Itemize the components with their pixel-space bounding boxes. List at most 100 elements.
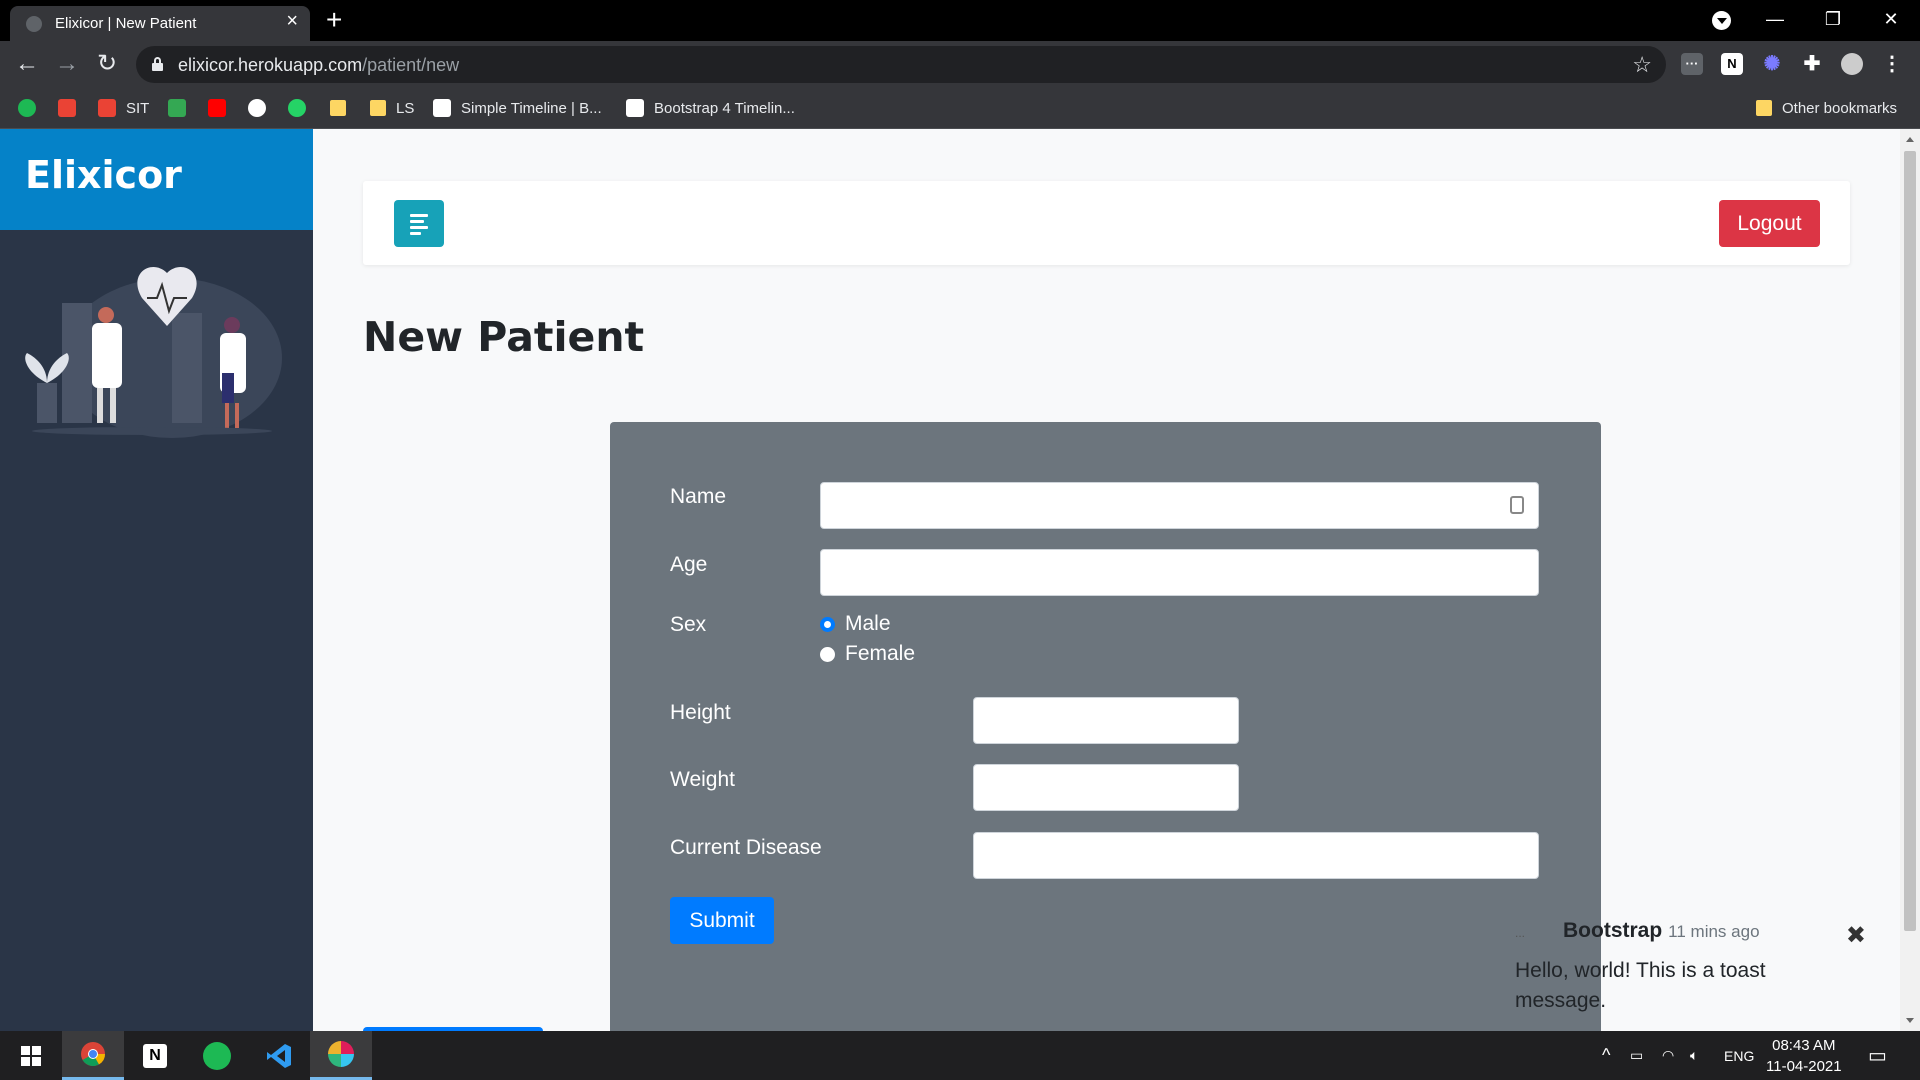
scroll-down-icon[interactable]	[1906, 1018, 1914, 1023]
google-drive-icon	[168, 99, 186, 117]
gmail-icon	[58, 99, 76, 117]
github-bookmark[interactable]	[248, 96, 276, 120]
whatsapp-bookmark[interactable]	[288, 96, 316, 120]
spotify-bookmark[interactable]	[18, 96, 46, 120]
clock-date: 11-04-2021	[1766, 1058, 1842, 1075]
spotify-icon	[18, 99, 36, 117]
profile-avatar-icon[interactable]	[1841, 53, 1863, 75]
brand-logo-text[interactable]: Elixicor	[0, 129, 313, 230]
clock-time: 08:43 AM	[1772, 1037, 1836, 1054]
browser-toolbar: ← → ↻ elixicor.herokuapp.com/patient/new…	[0, 41, 1920, 88]
taskbar-notion[interactable]: N	[124, 1031, 186, 1080]
address-url[interactable]: elixicor.herokuapp.com/patient/new	[178, 55, 459, 76]
codepen-icon	[433, 99, 451, 117]
bookmark-simple-timeline[interactable]: Simple Timeline | B...	[433, 96, 602, 120]
logout-button[interactable]: Logout	[1719, 200, 1820, 247]
windows-taskbar: N ^ ▭ ◠ 🔈︎ ENG 08:43 AM 11-04-2021 ▭	[0, 1031, 1920, 1080]
autofill-contact-icon[interactable]	[1510, 496, 1524, 514]
age-label: Age	[670, 553, 708, 576]
tab-title: Elixicor | New Patient	[55, 15, 197, 32]
top-navbar: Logout	[363, 181, 1850, 265]
restore-icon[interactable]: ❐	[1804, 0, 1862, 41]
lock-icon	[152, 57, 163, 71]
volume-icon[interactable]: 🔈︎	[1690, 1031, 1698, 1080]
folder-icon	[370, 100, 386, 116]
windows-logo-icon	[21, 1045, 41, 1066]
reload-icon[interactable]: ↻	[92, 49, 122, 79]
globe-icon	[26, 16, 42, 32]
broken-image-icon: ...	[1515, 926, 1526, 940]
sex-radio-female[interactable]: Female	[820, 642, 915, 666]
github-icon	[248, 99, 266, 117]
radio-checked-icon[interactable]	[820, 616, 835, 632]
spotify-icon	[203, 1041, 231, 1070]
whatsapp-icon	[288, 99, 306, 117]
age-input[interactable]	[820, 549, 1539, 596]
folder-bookmark[interactable]	[330, 96, 346, 120]
submit-button[interactable]: Submit	[670, 897, 774, 944]
scrollbar-thumb[interactable]	[1904, 151, 1916, 931]
radio-unchecked-icon[interactable]	[820, 646, 835, 662]
sex-radio-male[interactable]: Male	[820, 612, 891, 636]
youtube-bookmark[interactable]	[208, 96, 236, 120]
gmail-bookmark[interactable]	[58, 96, 86, 120]
language-indicator[interactable]: ENG	[1724, 1031, 1754, 1080]
start-button[interactable]	[0, 1031, 62, 1080]
toast-time: 11 mins ago	[1668, 922, 1760, 941]
bookmark-sit[interactable]: SIT	[98, 96, 149, 120]
kebab-menu-icon[interactable]: ⋮	[1881, 53, 1903, 75]
page-title: New Patient	[363, 313, 645, 361]
back-arrow-icon[interactable]: ←	[12, 49, 42, 79]
browser-titlebar: Elixicor | New Patient × + — ❐ ✕	[0, 0, 1920, 41]
other-bookmarks[interactable]: Other bookmarks	[1756, 96, 1897, 120]
taskbar-chrome[interactable]	[62, 1031, 124, 1080]
minimize-icon[interactable]: —	[1746, 0, 1804, 41]
sidebar-toggle-button[interactable]	[394, 200, 444, 247]
tab-search-icon[interactable]	[1712, 11, 1731, 30]
bookmark-ls[interactable]: LS	[370, 96, 414, 120]
taskbar-spotify[interactable]	[186, 1031, 248, 1080]
extension-dots-icon[interactable]: ···	[1681, 53, 1703, 75]
bookmark-bootstrap-timeline[interactable]: Bootstrap 4 Timelin...	[626, 96, 795, 120]
name-input[interactable]	[820, 482, 1539, 529]
wifi-icon[interactable]: ◠	[1662, 1031, 1674, 1080]
height-input[interactable]	[973, 697, 1239, 744]
taskbar-vscode[interactable]	[248, 1031, 310, 1080]
new-tab-plus-icon[interactable]: +	[326, 5, 342, 35]
notion-icon: N	[143, 1043, 167, 1068]
extensions-puzzle-icon[interactable]: ✚	[1801, 53, 1823, 75]
vscode-icon	[267, 1043, 291, 1068]
taskbar-slack[interactable]	[310, 1031, 372, 1080]
toast-title: Bootstrap	[1563, 919, 1663, 942]
notification-center-icon[interactable]: ▭	[1868, 1031, 1887, 1080]
battery-icon[interactable]: ▭	[1630, 1031, 1643, 1080]
window-close-icon[interactable]: ✕	[1862, 0, 1920, 41]
current-disease-input[interactable]	[973, 832, 1539, 879]
radio-label-male: Male	[845, 612, 891, 635]
toast-close-icon[interactable]: ✖	[1846, 921, 1866, 950]
tab-close-icon[interactable]: ×	[286, 11, 298, 31]
scroll-up-icon[interactable]	[1906, 137, 1914, 142]
youtube-icon	[208, 99, 226, 117]
burst-extension-icon[interactable]: ✺	[1761, 53, 1783, 75]
notion-extension-icon[interactable]: N	[1721, 53, 1743, 75]
webpage: Elixicor Logout New Patient Name Age Sex…	[0, 129, 1920, 1031]
align-left-icon	[410, 214, 428, 217]
forward-arrow-icon[interactable]: →	[52, 49, 82, 79]
sidebar: Elixicor	[0, 129, 313, 1031]
folder-icon	[1756, 100, 1772, 116]
address-bar[interactable]: elixicor.herokuapp.com/patient/new ☆	[136, 46, 1666, 83]
name-label: Name	[670, 485, 727, 508]
new-patient-form: Name Age Sex Male Female Height Weight C…	[610, 422, 1601, 1031]
gmail-icon	[98, 99, 116, 117]
page-scrollbar[interactable]	[1900, 129, 1920, 1031]
radio-label-female: Female	[845, 642, 916, 665]
height-label: Height	[670, 701, 731, 724]
bookmark-star-icon[interactable]: ☆	[1632, 52, 1652, 78]
taskbar-clock[interactable]: 08:43 AM 11-04-2021	[1766, 1035, 1842, 1077]
weight-input[interactable]	[973, 764, 1239, 811]
browser-tab[interactable]: Elixicor | New Patient ×	[10, 6, 310, 41]
drive-bookmark[interactable]	[168, 96, 196, 120]
current-disease-label: Current Disease	[670, 836, 822, 859]
tray-chevron-up-icon[interactable]: ^	[1602, 1031, 1610, 1080]
